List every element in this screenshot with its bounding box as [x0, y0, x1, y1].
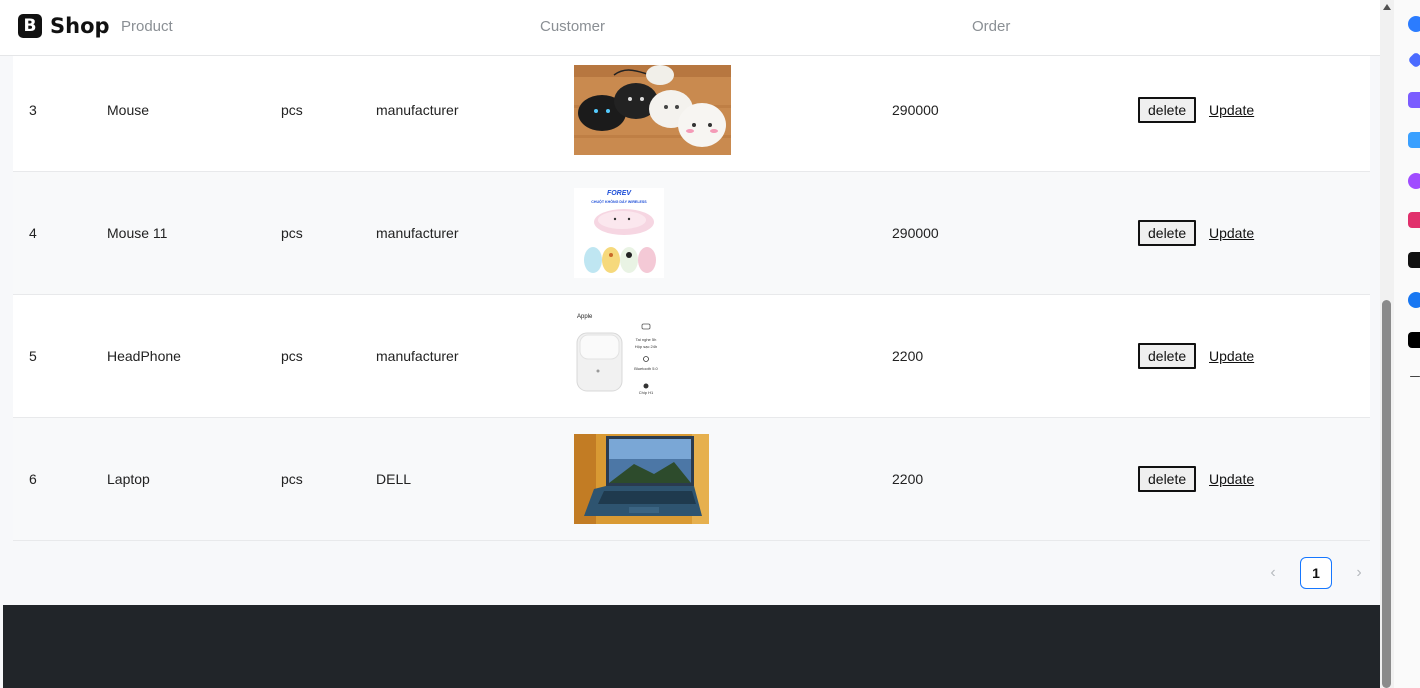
- airpods-feature-1: Tai nghe 5h: [636, 337, 657, 342]
- delete-button[interactable]: delete: [1138, 220, 1197, 246]
- nav-customer[interactable]: Customer: [540, 18, 605, 35]
- page: B Shop Product Customer Order 3 Mouse pc…: [0, 0, 1380, 688]
- product-name: HeadPhone: [107, 348, 181, 364]
- outlook-icon[interactable]: [1408, 132, 1420, 148]
- delete-button[interactable]: delete: [1138, 343, 1197, 369]
- laptop-photo: [574, 434, 709, 524]
- top-navbar: B Shop Product Customer Order: [0, 0, 1380, 56]
- table-row: 3 Mouse pcs manufacturer 290000 delete U…: [13, 49, 1370, 172]
- product-manufacturer: manufacturer: [376, 348, 459, 364]
- product-manufacturer: DELL: [376, 471, 412, 487]
- update-link[interactable]: Update: [1209, 225, 1254, 241]
- product-image-cell: FOREV CHUỘT KHÔNG DÂY WIRELESS: [574, 172, 664, 294]
- brand[interactable]: B Shop: [18, 14, 110, 38]
- product-unit: pcs: [281, 225, 303, 241]
- pagination: ‹ 1 ›: [1260, 557, 1372, 589]
- instagram-icon[interactable]: [1408, 212, 1420, 228]
- wireless-caption-text: CHUỘT KHÔNG DÂY WIRELESS: [591, 199, 647, 204]
- nav-product[interactable]: Product: [121, 18, 173, 35]
- scroll-up-icon[interactable]: [1383, 4, 1391, 10]
- html-icon[interactable]: [1408, 332, 1420, 348]
- copilot-icon[interactable]: [1408, 16, 1420, 32]
- product-price: 290000: [892, 102, 939, 118]
- airpods-brand-text: Apple: [577, 314, 593, 320]
- delete-button[interactable]: delete: [1138, 466, 1197, 492]
- logo-icon: B: [18, 14, 42, 38]
- product-id: 6: [29, 471, 37, 487]
- product-unit: pcs: [281, 348, 303, 364]
- mouse-photo: [574, 65, 731, 155]
- airpods-feature-3: Bluetooth 5.0: [634, 366, 658, 371]
- product-image-cell: Apple Tai nghe 5h Hộp sạc 24h Bluetooth …: [574, 295, 664, 417]
- update-link[interactable]: Update: [1209, 102, 1254, 118]
- airpods-feature-4: Chip H1: [639, 390, 654, 395]
- delete-button[interactable]: delete: [1138, 97, 1197, 123]
- product-price: 290000: [892, 225, 939, 241]
- product-unit: pcs: [281, 471, 303, 487]
- product-image-cell: [574, 418, 709, 540]
- product-name: Mouse 11: [107, 225, 168, 241]
- product-manufacturer: manufacturer: [376, 102, 459, 118]
- extension-icon[interactable]: [1407, 51, 1420, 69]
- table-row: 4 Mouse 11 pcs manufacturer FOREV CHUỘT …: [13, 172, 1370, 295]
- product-price: 2200: [892, 471, 924, 487]
- vertical-scrollbar[interactable]: [1380, 0, 1394, 688]
- page-footer: [3, 605, 1380, 688]
- product-id: 3: [29, 102, 37, 118]
- table-row: 6 Laptop pcs DELL 2200 delete Update: [13, 418, 1370, 541]
- airpods-feature-2: Hộp sạc 24h: [635, 344, 657, 349]
- product-id: 4: [29, 225, 37, 241]
- tiktok-icon[interactable]: [1408, 252, 1420, 268]
- update-link[interactable]: Update: [1209, 348, 1254, 364]
- chevron-left-icon[interactable]: ‹: [1260, 557, 1286, 589]
- product-image-cell: [574, 49, 731, 171]
- browser-sidebar: [1394, 0, 1420, 688]
- product-price: 2200: [892, 348, 924, 364]
- add-icon[interactable]: [1410, 376, 1420, 377]
- update-link[interactable]: Update: [1209, 471, 1254, 487]
- product-unit: pcs: [281, 102, 303, 118]
- facebook-icon[interactable]: [1408, 292, 1420, 308]
- product-table: 3 Mouse pcs manufacturer 290000 delete U…: [13, 49, 1370, 541]
- product-id: 5: [29, 348, 37, 364]
- scrollbar-thumb[interactable]: [1382, 300, 1391, 688]
- page-number-current[interactable]: 1: [1300, 557, 1332, 589]
- wireless-mouse-photo: FOREV CHUỘT KHÔNG DÂY WIRELESS: [574, 188, 664, 278]
- product-name: Mouse: [107, 102, 150, 118]
- table-row: 5 HeadPhone pcs manufacturer Apple Tai n…: [13, 295, 1370, 418]
- wireless-brand-text: FOREV: [607, 190, 632, 197]
- messenger-icon[interactable]: [1408, 173, 1420, 189]
- product-name: Laptop: [107, 471, 150, 487]
- brand-name: Shop: [50, 14, 110, 38]
- product-manufacturer: manufacturer: [376, 225, 459, 241]
- office-icon[interactable]: [1408, 92, 1420, 108]
- airpods-photo: Apple Tai nghe 5h Hộp sạc 24h Bluetooth …: [574, 311, 664, 401]
- nav-order[interactable]: Order: [972, 18, 1010, 35]
- chevron-right-icon[interactable]: ›: [1346, 557, 1372, 589]
